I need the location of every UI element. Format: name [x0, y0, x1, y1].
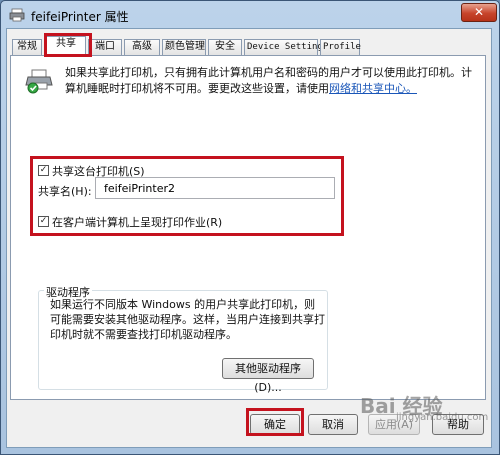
tab-security[interactable]: 安全	[208, 39, 242, 55]
window-title: feifeiPrinter 属性	[31, 10, 129, 24]
tab-color-management[interactable]: 颜色管理	[162, 39, 206, 55]
tab-sharing[interactable]: 共享	[46, 36, 86, 56]
printer-title-icon	[9, 8, 25, 22]
render-jobs-checkbox[interactable]: ✓	[38, 216, 49, 227]
shared-printer-icon	[25, 69, 53, 94]
tab-advanced[interactable]: 高级	[124, 39, 160, 55]
tab-profile[interactable]: Profile	[320, 39, 361, 55]
render-jobs-label: 在客户端计算机上呈现打印作业(R)	[52, 216, 223, 229]
sharing-info-text: 如果共享此打印机，只有拥有此计算机用户名和密码的用户才可以使用此打印机。计算机睡…	[65, 65, 480, 97]
checkbox-check-icon: ✓	[39, 165, 48, 175]
close-icon: ✕	[473, 5, 485, 19]
close-button[interactable]: ✕	[461, 3, 497, 22]
checkbox-check-icon: ✓	[39, 216, 48, 226]
title-bar[interactable]: feifeiPrinter 属性 ✕	[1, 1, 499, 29]
drivers-description: 如果运行不同版本 Windows 的用户共享此打印机，则可能需要安装其他驱动程序…	[50, 298, 325, 341]
network-sharing-center-link[interactable]: 网络和共享中心。	[329, 82, 417, 95]
baidu-watermark-url: jingyan.baidu.com	[396, 412, 489, 423]
cancel-button[interactable]: 取消	[308, 414, 358, 435]
share-printer-checkbox[interactable]: ✓	[38, 165, 49, 176]
ok-button[interactable]: 确定	[250, 414, 300, 435]
tab-general[interactable]: 常规	[12, 39, 42, 55]
additional-drivers-button[interactable]: 其他驱动程序(D)...	[222, 358, 314, 394]
share-name-input[interactable]	[95, 177, 335, 199]
tab-device-settings[interactable]: Device Settings	[244, 39, 328, 55]
tab-ports[interactable]: 端口	[88, 39, 122, 55]
share-name-label: 共享名(H):	[38, 185, 92, 198]
